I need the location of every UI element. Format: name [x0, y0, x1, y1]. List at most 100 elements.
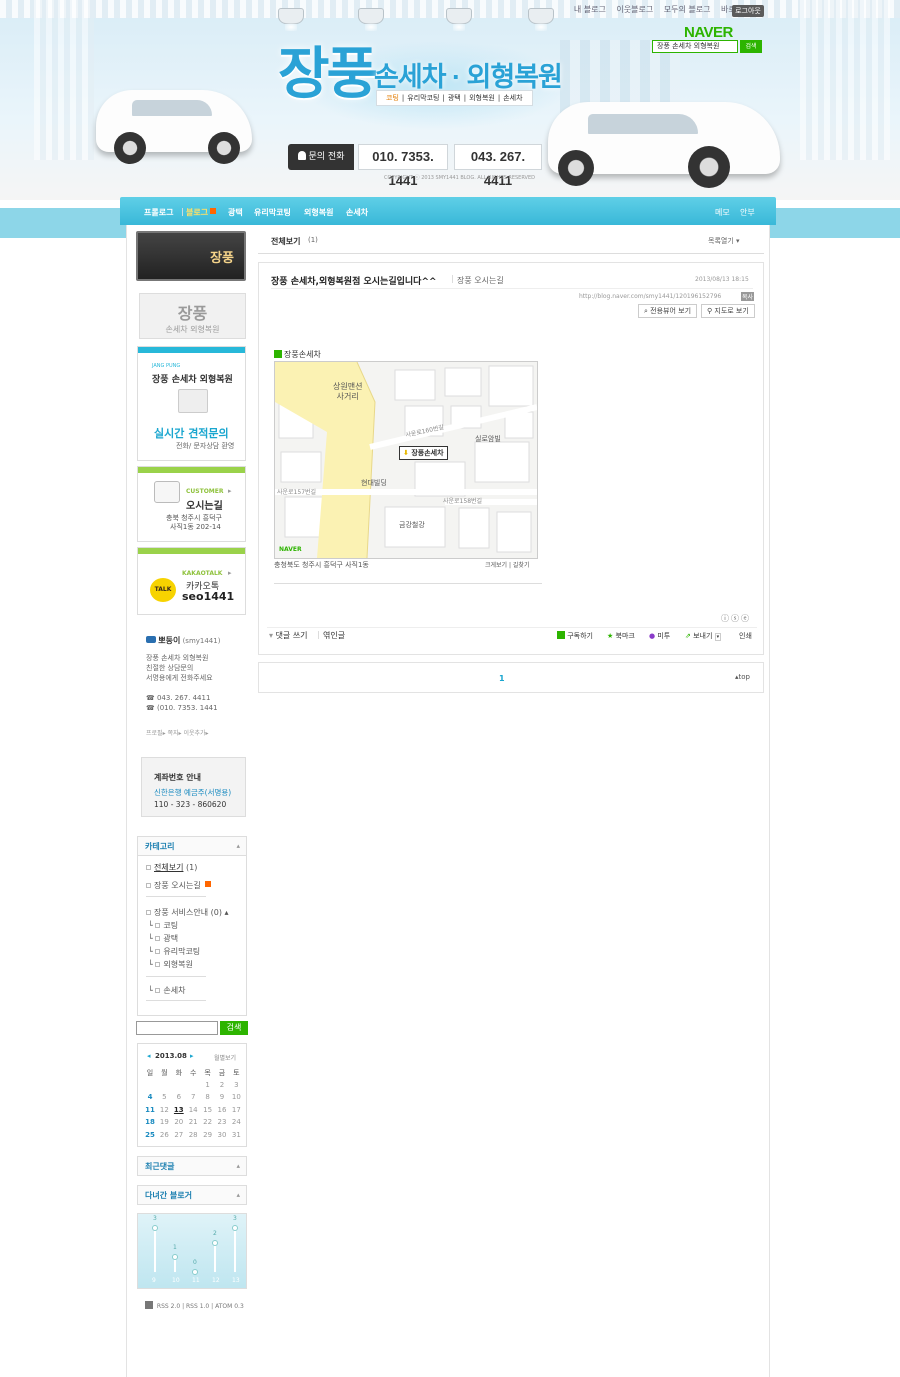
- calendar-day[interactable]: 6: [172, 1093, 186, 1101]
- category-directions[interactable]: 장풍 오시는길: [146, 880, 212, 891]
- calendar-day[interactable]: 31: [229, 1131, 243, 1139]
- category-all[interactable]: 전체보기 (1): [146, 862, 197, 873]
- bullet-icon: [155, 923, 161, 928]
- blog-menu: 프롤로그 | 블로그 광택 유리막코팅 외형복원 손세차 메모 안부: [120, 197, 776, 225]
- subscribe-button[interactable]: 구독하기: [557, 631, 593, 641]
- next-month-icon[interactable]: ▸: [190, 1052, 194, 1060]
- map-view-button[interactable]: ⚲ 지도로 보기: [701, 304, 755, 318]
- calendar-day[interactable]: 10: [229, 1093, 243, 1101]
- calendar-day[interactable]: 3: [229, 1081, 243, 1089]
- menu-prologue[interactable]: 프롤로그: [144, 207, 173, 218]
- category-sub-item[interactable]: └ 외형복원: [148, 959, 193, 970]
- post-category[interactable]: 장풍 오시는길: [457, 275, 504, 286]
- naver-logo[interactable]: NAVER: [684, 24, 733, 41]
- visitor-bar: [154, 1226, 156, 1272]
- calendar-day[interactable]: 15: [201, 1106, 215, 1114]
- calendar-day[interactable]: 18: [143, 1118, 157, 1126]
- menu-blog[interactable]: 블로그: [186, 207, 217, 218]
- copy-url-button[interactable]: 복사: [741, 292, 755, 301]
- calendar-day[interactable]: 7: [186, 1093, 200, 1101]
- category-sub-item[interactable]: └ 코팅: [148, 920, 178, 931]
- calendar-day[interactable]: 24: [229, 1118, 243, 1126]
- calendar-day[interactable]: 22: [201, 1118, 215, 1126]
- calendar-day[interactable]: 27: [172, 1131, 186, 1139]
- menu-body-restoration[interactable]: 외형복원: [304, 207, 333, 218]
- gnb-my-blog[interactable]: 내 블로그: [574, 5, 606, 14]
- calendar-day[interactable]: 11: [143, 1106, 157, 1114]
- calendar-day[interactable]: 1: [201, 1081, 215, 1089]
- calendar-day[interactable]: 29: [201, 1131, 215, 1139]
- monitor-icon: [178, 389, 208, 413]
- profile-link[interactable]: 프로필: [146, 730, 163, 737]
- calendar-day[interactable]: 12: [157, 1106, 171, 1114]
- bookmark-button[interactable]: ★ 북마크: [607, 631, 635, 641]
- print-button[interactable]: 인쇄: [739, 631, 752, 641]
- calendar-day[interactable]: 30: [215, 1131, 229, 1139]
- add-neighbor-link[interactable]: 이웃추가: [183, 730, 205, 737]
- chevron-right-icon: ▸: [228, 569, 232, 577]
- message-link[interactable]: 쪽지: [167, 730, 178, 737]
- calendar-day[interactable]: 13: [172, 1106, 186, 1114]
- menu-hand-wash[interactable]: 손세차: [346, 207, 368, 218]
- calendar-day[interactable]: 2: [215, 1081, 229, 1089]
- trackback-link[interactable]: 엮인글: [323, 630, 345, 641]
- map-pin[interactable]: ⬇ 장풍손세차: [399, 446, 448, 460]
- kakao-banner[interactable]: TALK KAKAOTALK ▸ 카카오톡 seo1441: [137, 547, 246, 615]
- calendar-day[interactable]: 28: [186, 1131, 200, 1139]
- logout-button[interactable]: 로그아웃: [732, 5, 764, 17]
- page-current[interactable]: 1: [499, 674, 505, 683]
- calendar-day[interactable]: 20: [172, 1118, 186, 1126]
- category-sub-item[interactable]: └ 광택: [148, 933, 178, 944]
- map-links[interactable]: 크게보기 | 길찾기: [485, 560, 529, 569]
- gnb-neighbor-blog[interactable]: 이웃블로그: [616, 5, 653, 14]
- map[interactable]: 상원맨션 사거리 사운로160번길 사운로157번길 사운로158번길 현대빌딩…: [274, 361, 538, 559]
- rss-2-link[interactable]: RSS 2.0: [157, 1303, 180, 1310]
- viewer-button[interactable]: ⌕ 전용뷰어 보기: [638, 304, 698, 318]
- calendar-day[interactable]: 4: [143, 1093, 157, 1101]
- naver-search-button[interactable]: 검색: [740, 40, 762, 53]
- profile-image[interactable]: 장풍: [136, 231, 246, 281]
- post: 장풍 손세차,외형복원점 오시는길입니다^^ | 장풍 오시는길 2013/08…: [258, 262, 764, 655]
- me2day-button[interactable]: ● 미투: [649, 631, 670, 641]
- search-icon: ⌕: [644, 307, 648, 315]
- calendar-day[interactable]: 9: [215, 1093, 229, 1101]
- directions-banner[interactable]: CUSTOMER ▸ 오시는길 충북 청주시 흥덕구 사직1동 202-14: [137, 466, 246, 542]
- post-url[interactable]: http://blog.naver.com/smy1441/1201961527…: [579, 293, 721, 300]
- menu-memo[interactable]: 메모: [715, 207, 730, 218]
- comment-link[interactable]: ▾ 댓글 쓰기: [269, 630, 308, 641]
- estimate-banner[interactable]: JANG PUNG 장풍 손세차 외형복원 실시간 견적문의 전화/ 문자상담 …: [137, 346, 246, 461]
- category-service[interactable]: 장풍 서비스안내 (0) ▴: [146, 907, 229, 918]
- category-header[interactable]: 카테고리: [137, 836, 247, 856]
- calendar-day[interactable]: 17: [229, 1106, 243, 1114]
- calendar-day[interactable]: 5: [157, 1093, 171, 1101]
- menu-glass-coating[interactable]: 유리막코팅: [254, 207, 291, 218]
- recent-comments-header[interactable]: 최근댓글: [137, 1156, 247, 1176]
- post-title[interactable]: 장풍 손세차,외형복원점 오시는길입니다^^: [271, 274, 437, 287]
- category-wash[interactable]: └ 손세차: [148, 985, 185, 996]
- calendar-day[interactable]: 26: [157, 1131, 171, 1139]
- calendar-day[interactable]: 8: [201, 1093, 215, 1101]
- list-toggle[interactable]: 목록열기 ▾: [708, 236, 740, 246]
- menu-polish[interactable]: 광택: [228, 207, 243, 218]
- blogger-nickname[interactable]: 뽀둥이: [158, 636, 180, 645]
- calendar-day[interactable]: 14: [186, 1106, 200, 1114]
- blog-search-input[interactable]: [136, 1021, 218, 1035]
- calendar-day[interactable]: 21: [186, 1118, 200, 1126]
- visited-blogs-header[interactable]: 다녀간 블로거: [137, 1185, 247, 1205]
- gnb-all-blogs[interactable]: 모두의 블로그: [664, 5, 711, 14]
- atom-link[interactable]: ATOM 0.3: [215, 1303, 244, 1310]
- blog-search-button[interactable]: 검색: [220, 1021, 248, 1035]
- rss-1-link[interactable]: RSS 1.0: [186, 1303, 209, 1310]
- calendar-day[interactable]: 16: [215, 1106, 229, 1114]
- menu-guestbook[interactable]: 안부: [740, 207, 755, 218]
- naver-search-input[interactable]: 장풍 손세차 외형복원: [652, 40, 738, 53]
- calendar-day[interactable]: 23: [215, 1118, 229, 1126]
- category-sub-item[interactable]: └ 유리막코팅: [148, 946, 200, 957]
- prev-month-icon[interactable]: ◂: [147, 1052, 151, 1060]
- calendar-day[interactable]: 19: [157, 1118, 171, 1126]
- visitor-point: [212, 1239, 218, 1246]
- calendar-day[interactable]: 25: [143, 1131, 157, 1139]
- top-link[interactable]: ▴top: [735, 673, 750, 681]
- monthly-view-link[interactable]: 월별보기: [214, 1053, 236, 1062]
- send-button[interactable]: ⇗ 보내기 ▾: [685, 631, 722, 641]
